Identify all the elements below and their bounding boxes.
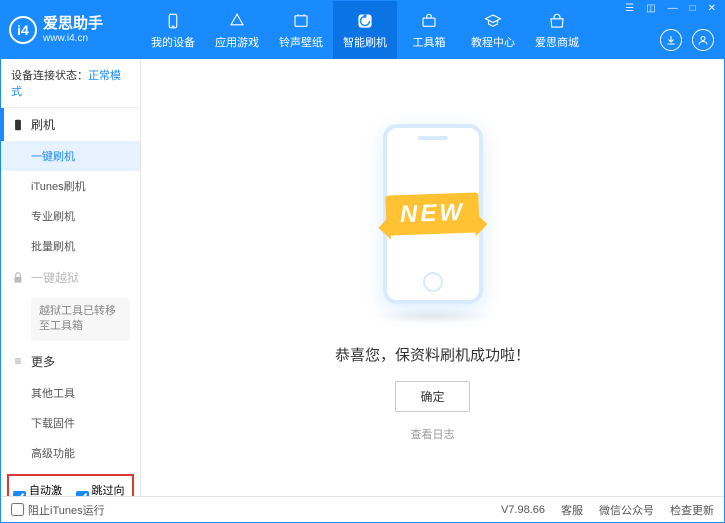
sidebar-item-advanced[interactable]: 高级功能 xyxy=(1,438,140,468)
nav-apps[interactable]: 应用游戏 xyxy=(205,1,269,59)
window-controls: ☰ ◫ — □ ✕ xyxy=(623,3,718,14)
group-label: 一键越狱 xyxy=(31,269,79,286)
block-itunes-checkbox[interactable]: 阻止iTunes运行 xyxy=(11,502,105,518)
nav-label: 教程中心 xyxy=(471,34,515,50)
group-label: 更多 xyxy=(31,353,55,370)
nav-label: 工具箱 xyxy=(413,34,446,50)
body: 设备连接状态：正常模式 刷机 一键刷机 iTunes刷机 专业刷机 批量刷机 一… xyxy=(1,59,724,496)
nav-ringtones[interactable]: 铃声壁纸 xyxy=(269,1,333,59)
app-name: 爱思助手 xyxy=(43,16,103,33)
top-nav: 我的设备 应用游戏 铃声壁纸 智能刷机 工具箱 教程中心 xyxy=(141,1,589,59)
nav-label: 铃声壁纸 xyxy=(279,34,323,50)
flash-icon xyxy=(355,11,375,31)
conn-label: 设备连接状态： xyxy=(11,70,88,82)
wechat-link[interactable]: 微信公众号 xyxy=(599,502,654,518)
user-button[interactable] xyxy=(692,29,714,51)
footer: 阻止iTunes运行 V7.98.66 客服 微信公众号 检查更新 xyxy=(1,496,724,522)
sidebar-item-other-tools[interactable]: 其他工具 xyxy=(1,378,140,408)
minimize-icon[interactable]: — xyxy=(666,3,680,14)
lock-icon xyxy=(11,271,25,285)
toolbox-icon xyxy=(419,11,439,31)
jailbreak-notice: 越狱工具已转移至工具箱 xyxy=(31,298,130,341)
store-icon xyxy=(547,11,567,31)
support-link[interactable]: 客服 xyxy=(561,502,583,518)
list-icon: ≡ xyxy=(11,354,25,368)
checkbox-row: 自动激活 跳过向导 xyxy=(7,474,134,496)
group-jailbreak[interactable]: 一键越狱 xyxy=(1,261,140,294)
sidebar: 设备连接状态：正常模式 刷机 一键刷机 iTunes刷机 专业刷机 批量刷机 一… xyxy=(1,59,141,496)
group-more[interactable]: ≡ 更多 xyxy=(1,345,140,378)
success-message: 恭喜您，保资料刷机成功啦！ xyxy=(335,344,530,365)
nav-store[interactable]: 爱思商城 xyxy=(525,1,589,59)
nav-label: 爱思商城 xyxy=(535,34,579,50)
sidebar-item-oneclick[interactable]: 一键刷机 xyxy=(1,141,140,171)
wallpaper-icon xyxy=(291,11,311,31)
new-badge: NEW xyxy=(385,192,479,235)
phone-illustration: NEW xyxy=(353,114,513,314)
sidebar-item-batch[interactable]: 批量刷机 xyxy=(1,231,140,261)
auto-activate-checkbox[interactable]: 自动激活 xyxy=(13,482,66,496)
check-update-link[interactable]: 检查更新 xyxy=(670,502,714,518)
menu-icon[interactable]: ☰ xyxy=(623,3,636,14)
nav-my-device[interactable]: 我的设备 xyxy=(141,1,205,59)
nav-label: 我的设备 xyxy=(151,34,195,50)
skip-guide-checkbox[interactable]: 跳过向导 xyxy=(76,482,129,496)
view-log-link[interactable]: 查看日志 xyxy=(411,426,455,442)
nav-flash[interactable]: 智能刷机 xyxy=(333,1,397,59)
sidebar-item-pro[interactable]: 专业刷机 xyxy=(1,201,140,231)
nav-toolbox[interactable]: 工具箱 xyxy=(397,1,461,59)
header-right xyxy=(660,29,714,51)
phone-icon xyxy=(163,11,183,31)
close-icon[interactable]: ✕ xyxy=(706,3,718,14)
maximize-icon[interactable]: □ xyxy=(688,3,698,14)
logo-icon: i4 xyxy=(9,16,37,44)
phone-icon xyxy=(11,118,25,132)
sidebar-item-itunes[interactable]: iTunes刷机 xyxy=(1,171,140,201)
nav-label: 智能刷机 xyxy=(343,34,387,50)
skin-icon[interactable]: ◫ xyxy=(644,3,657,14)
nav-tutorials[interactable]: 教程中心 xyxy=(461,1,525,59)
nav-label: 应用游戏 xyxy=(215,34,259,50)
confirm-button[interactable]: 确定 xyxy=(395,381,469,412)
tutorial-icon xyxy=(483,11,503,31)
header: i4 爱思助手 www.i4.cn 我的设备 应用游戏 铃声壁纸 智能刷机 xyxy=(1,1,724,59)
main-content: NEW 恭喜您，保资料刷机成功啦！ 确定 查看日志 xyxy=(141,59,724,496)
group-label: 刷机 xyxy=(31,116,55,133)
logo-area: i4 爱思助手 www.i4.cn xyxy=(1,16,141,44)
download-button[interactable] xyxy=(660,29,682,51)
version-label: V7.98.66 xyxy=(501,504,545,516)
group-flash[interactable]: 刷机 xyxy=(1,108,140,141)
apps-icon xyxy=(227,11,247,31)
app-url: www.i4.cn xyxy=(43,33,103,44)
sidebar-item-download-fw[interactable]: 下载固件 xyxy=(1,408,140,438)
connection-status: 设备连接状态：正常模式 xyxy=(1,59,140,108)
app-window: i4 爱思助手 www.i4.cn 我的设备 应用游戏 铃声壁纸 智能刷机 xyxy=(0,0,725,523)
